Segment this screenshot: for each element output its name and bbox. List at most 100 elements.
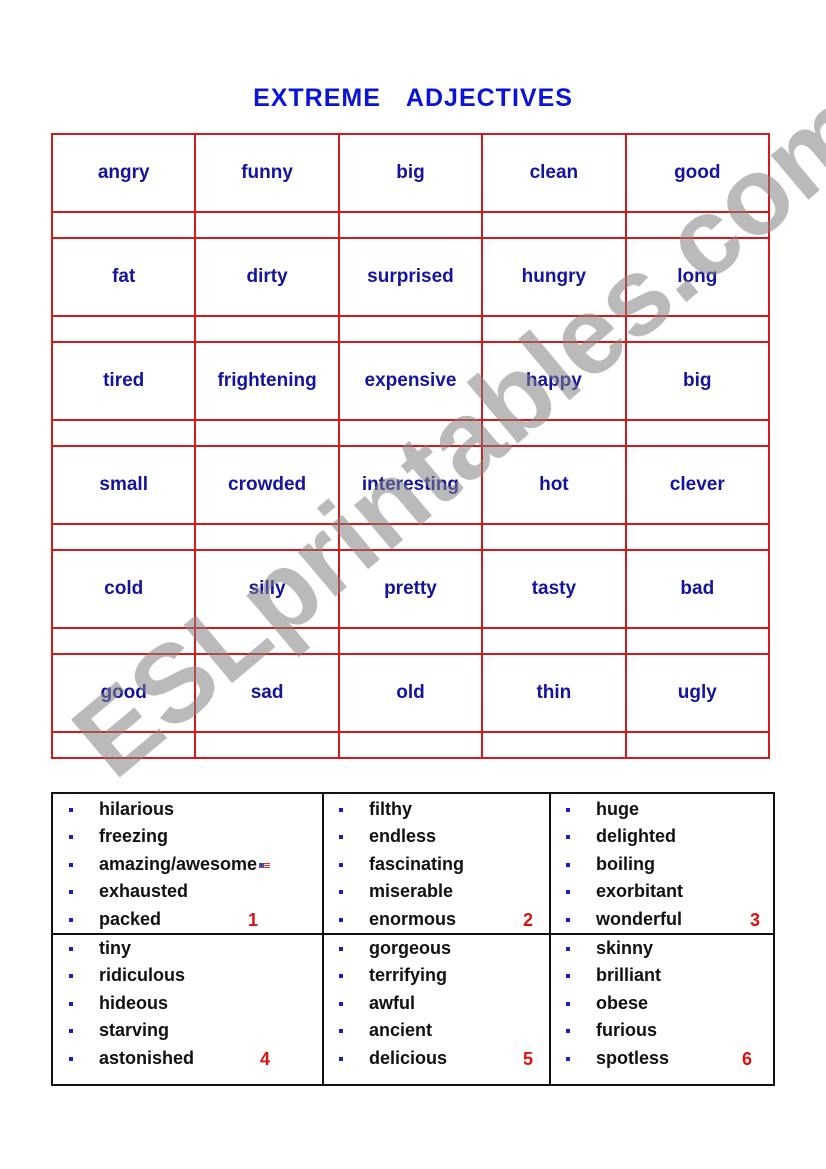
grid-answer-cell[interactable] <box>624 211 771 239</box>
answer-word: freezing <box>99 826 169 847</box>
grid-answer-cell[interactable] <box>481 419 627 447</box>
grid-answer-cell[interactable] <box>481 211 627 239</box>
grid-answer-cell[interactable] <box>50 419 197 447</box>
grid-answer-cell[interactable] <box>481 731 627 759</box>
grid-answer-cell[interactable] <box>50 523 197 551</box>
answer-box: hilarious freezing amazing/awesome exhauste… <box>51 792 775 1086</box>
answer-word-item: miserable <box>323 878 548 905</box>
grid-answer-cell[interactable] <box>481 315 627 343</box>
grid-word-cell: hungry <box>481 237 627 317</box>
group-number: 5 <box>523 1048 534 1069</box>
grid-answer-cell[interactable] <box>337 419 484 447</box>
answer-word-item: tiny <box>53 935 278 962</box>
bullet-icon <box>69 862 73 867</box>
grid-answer-cell[interactable] <box>194 211 340 239</box>
bullet-icon <box>566 974 570 979</box>
grid-word-cell: expensive <box>337 341 484 421</box>
grid-answer-cell[interactable] <box>624 315 771 343</box>
answer-word-item: starving <box>53 1017 278 1044</box>
bullet-icon <box>566 808 570 812</box>
answer-word-item: packed <box>53 906 278 933</box>
grid-answer-cell[interactable] <box>50 731 197 759</box>
grid-answer-cell[interactable] <box>624 523 771 551</box>
answer-word: miserable <box>369 881 454 902</box>
bullet-icon <box>566 1056 570 1061</box>
answer-word: tiny <box>99 938 132 958</box>
answer-word-item: furious <box>550 1017 775 1044</box>
grid-answer-cell[interactable] <box>337 731 484 759</box>
answer-word: boiling <box>596 853 655 874</box>
answer-word-item: boiling <box>550 851 775 878</box>
grid-answer-row <box>50 627 771 655</box>
answer-word-item: gorgeous <box>323 935 548 962</box>
bullet-icon <box>339 1056 343 1061</box>
bullet-icon <box>339 917 343 922</box>
answer-word: furious <box>596 1020 657 1041</box>
grid-word-cell: tasty <box>481 549 627 629</box>
bullet-icon <box>69 1001 73 1006</box>
grid-word-cell: old <box>337 653 484 733</box>
grid-word-cell: surprised <box>337 237 484 317</box>
answer-word: spotless <box>596 1047 670 1068</box>
adjective-grid: angry funny big clean good fat dirty surprised h… <box>50 133 771 759</box>
bullet-icon <box>339 974 343 979</box>
grid-answer-cell[interactable] <box>50 315 197 343</box>
grid-answer-cell[interactable] <box>337 627 484 655</box>
answer-group-5: gorgeous terrifying awful ancient delicious 5 <box>323 935 548 1072</box>
bullet-icon <box>339 835 343 840</box>
grid-answer-cell[interactable] <box>624 627 771 655</box>
grid-answer-cell[interactable] <box>194 523 340 551</box>
grid-answer-cell[interactable] <box>194 627 340 655</box>
answer-group-1: hilarious freezing amazing/awesome exhauste… <box>53 796 278 933</box>
answer-word-item: wonderful <box>550 906 775 933</box>
answer-group-2: filthy endless fascinating miserable enormou… <box>323 796 548 933</box>
answer-word: hideous <box>99 992 169 1013</box>
grid-answer-row <box>50 523 771 551</box>
answer-word: awful <box>369 992 416 1013</box>
bullet-icon <box>566 1001 570 1006</box>
answer-word-item: huge <box>550 796 775 823</box>
grid-answer-cell[interactable] <box>624 731 771 759</box>
grid-answer-cell[interactable] <box>337 315 484 343</box>
grid-word-cell: good <box>624 133 771 213</box>
bullet-icon <box>566 835 570 840</box>
answer-word: terrifying <box>369 965 448 986</box>
bullet-icon <box>566 862 570 867</box>
grid-word-cell: crowded <box>194 445 340 525</box>
answer-word: enormous <box>369 908 457 929</box>
grid-answer-cell[interactable] <box>194 419 340 447</box>
grid-word-cell: frightening <box>194 341 340 421</box>
bullet-icon <box>566 1029 570 1034</box>
answer-word-item: exorbitant <box>550 878 775 905</box>
bullet-icon <box>69 947 73 951</box>
grid-answer-cell[interactable] <box>481 523 627 551</box>
answer-word: endless <box>369 826 437 847</box>
grid-word-cell: interesting <box>337 445 484 525</box>
grid-answer-cell[interactable] <box>481 627 627 655</box>
grid-answer-cell[interactable] <box>337 523 484 551</box>
answer-word-item: endless <box>323 823 548 850</box>
bullet-icon <box>69 808 73 812</box>
us-flag-icon <box>259 862 271 869</box>
bullet-icon <box>339 1001 343 1006</box>
answer-word-item: astonished <box>53 1045 278 1072</box>
grid-word-cell: silly <box>194 549 340 629</box>
grid-answer-cell[interactable] <box>50 211 197 239</box>
page-title: EXTREME ADJECTIVES <box>253 84 573 112</box>
grid-answer-cell[interactable] <box>194 315 340 343</box>
answer-word: ancient <box>369 1020 433 1041</box>
grid-answer-cell[interactable] <box>194 731 340 759</box>
answer-word-item: obese <box>550 990 775 1017</box>
grid-answer-row <box>50 315 771 343</box>
grid-answer-row <box>50 211 771 239</box>
answer-word-item: delicious <box>323 1045 548 1072</box>
bullet-icon <box>69 835 73 840</box>
grid-word-cell: happy <box>481 341 627 421</box>
answer-word-item: hilarious <box>53 796 278 823</box>
answer-word: delicious <box>369 1047 448 1068</box>
bullet-icon <box>339 890 343 895</box>
answer-word: exorbitant <box>596 881 684 902</box>
grid-answer-cell[interactable] <box>337 211 484 239</box>
grid-answer-cell[interactable] <box>50 627 197 655</box>
grid-answer-cell[interactable] <box>624 419 771 447</box>
